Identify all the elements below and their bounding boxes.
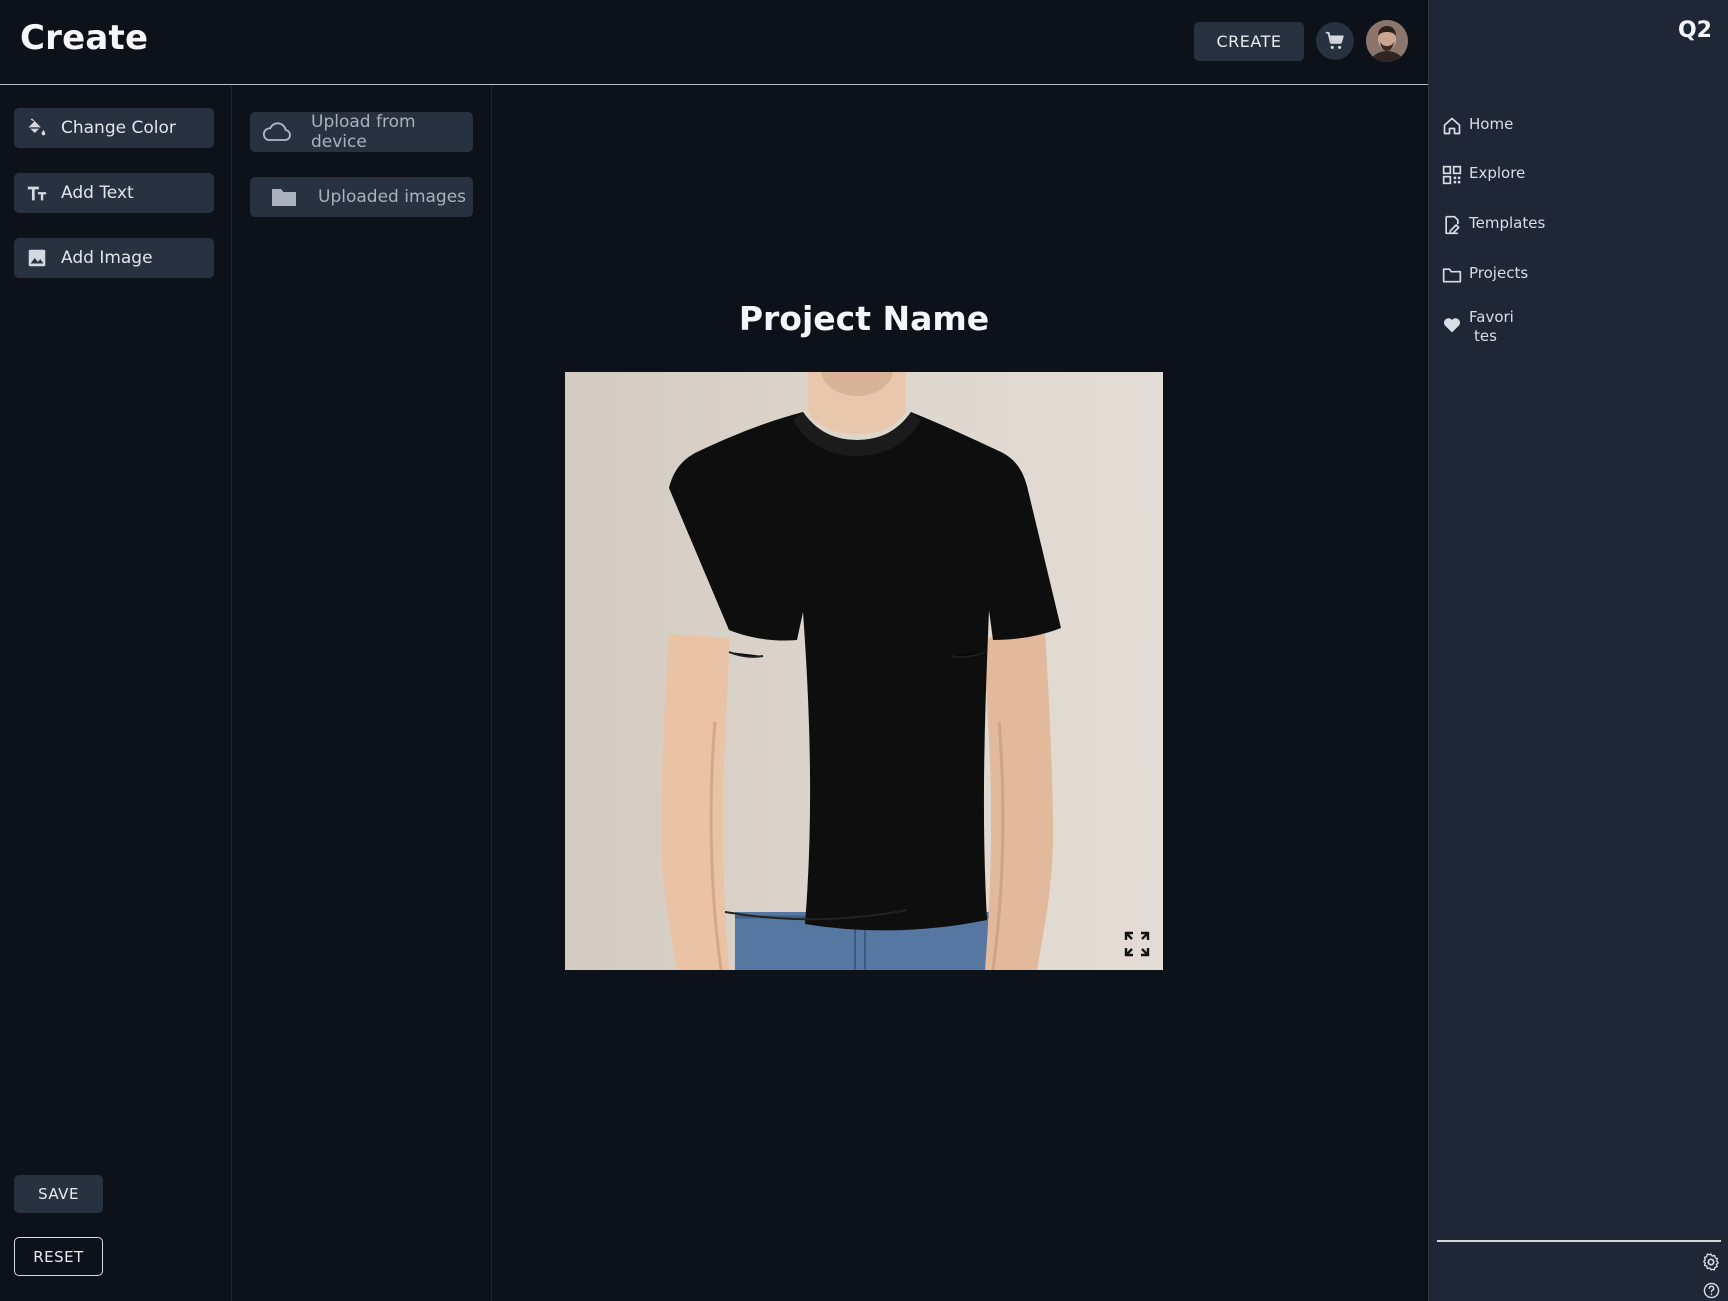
uploaded-images-label: Uploaded images <box>318 187 467 207</box>
uploaded-images-button[interactable]: Uploaded images <box>250 177 473 217</box>
cloud-upload-icon <box>254 112 297 152</box>
upload-panel: Upload from device Uploaded images <box>232 86 492 1301</box>
nav-label-projects: Projects <box>1469 264 1529 282</box>
nav-label-favorites-line1: Favori <box>1469 308 1514 326</box>
add-text-button[interactable]: Add Text <box>14 173 214 213</box>
nav-item-home[interactable]: Home <box>1441 115 1513 137</box>
text-icon <box>20 173 54 213</box>
tool-panel: Change Color Add Text Add Image SAVE RES… <box>0 86 232 1301</box>
save-button[interactable]: SAVE <box>14 1175 103 1213</box>
change-color-button[interactable]: Change Color <box>14 108 214 148</box>
create-button[interactable]: CREATE <box>1194 22 1304 61</box>
help-icon[interactable] <box>1703 1282 1720 1299</box>
nav-item-explore[interactable]: Explore <box>1441 164 1525 186</box>
top-header: Create CREATE <box>0 0 1428 85</box>
nav-label-explore: Explore <box>1469 164 1526 182</box>
template-icon <box>1441 214 1463 236</box>
nav-divider <box>1437 1240 1721 1242</box>
tshirt-model-image <box>661 372 1061 970</box>
change-color-label: Change Color <box>61 118 176 138</box>
cart-icon <box>1325 31 1344 49</box>
nav-label-home: Home <box>1469 115 1514 133</box>
nav-item-projects[interactable]: Projects <box>1441 264 1528 286</box>
upload-from-device-label: Upload from device <box>311 112 416 152</box>
add-image-button[interactable]: Add Image <box>14 238 214 278</box>
brand-logo[interactable]: Q2 <box>1678 18 1712 43</box>
add-text-label: Add Text <box>61 183 134 203</box>
reset-button[interactable]: RESET <box>14 1237 103 1276</box>
image-icon <box>20 238 54 278</box>
project-name[interactable]: Project Name <box>492 299 1236 338</box>
nav-label-favorites: Favori tes <box>1469 308 1514 346</box>
grid-icon <box>1441 164 1463 186</box>
expand-icon[interactable] <box>1123 930 1151 958</box>
folder-icon <box>1441 264 1463 286</box>
paint-bucket-icon <box>20 108 54 148</box>
right-nav-sidebar: Q2 Home Explore Templates Projects Favor… <box>1428 0 1728 1301</box>
upload-from-device-button[interactable]: Upload from device <box>250 112 473 152</box>
folder-icon <box>262 177 306 217</box>
add-image-label: Add Image <box>61 248 153 268</box>
page-title: Create <box>20 18 149 58</box>
user-avatar[interactable] <box>1366 20 1408 62</box>
product-preview[interactable] <box>565 372 1163 970</box>
nav-label-templates: Templates <box>1469 214 1546 232</box>
heart-icon <box>1441 314 1463 336</box>
home-icon <box>1441 115 1463 137</box>
nav-item-favorites[interactable]: Favori tes <box>1441 308 1514 346</box>
gear-icon[interactable] <box>1701 1252 1721 1272</box>
nav-label-favorites-line2: tes <box>1474 327 1497 345</box>
cart-button[interactable] <box>1316 22 1354 60</box>
nav-item-templates[interactable]: Templates <box>1441 214 1545 236</box>
